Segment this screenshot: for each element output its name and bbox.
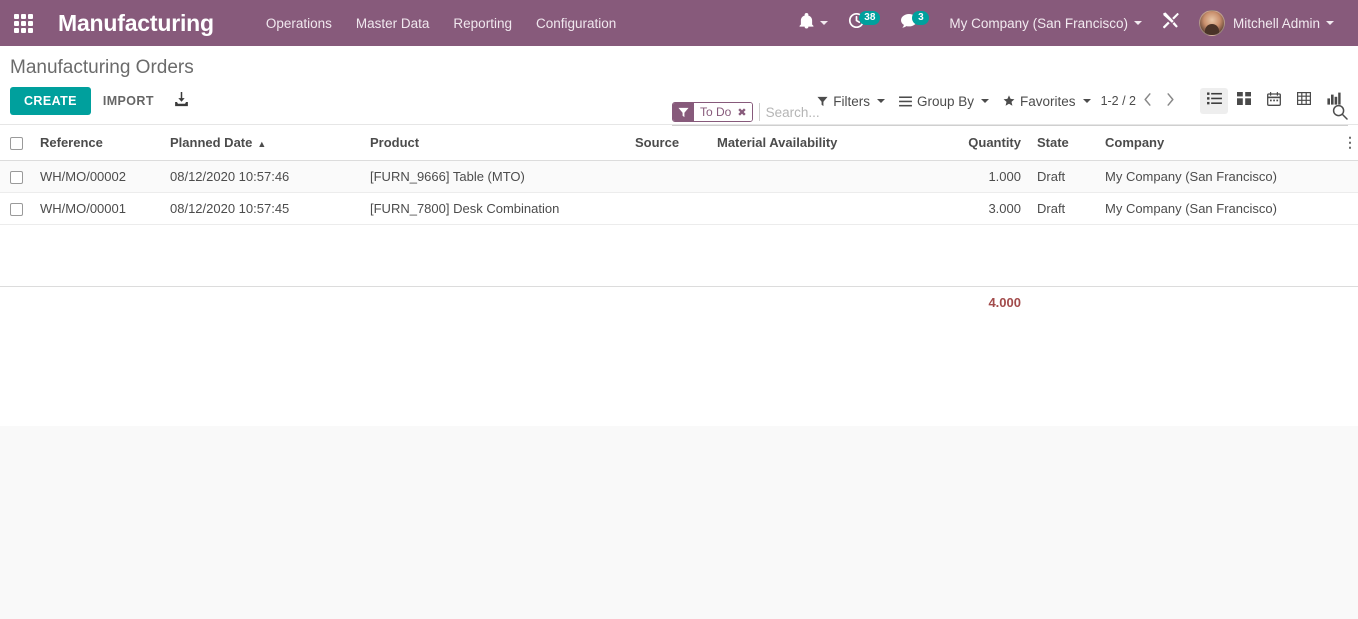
menu-item-operations[interactable]: Operations bbox=[254, 10, 344, 37]
page-title: Manufacturing Orders bbox=[10, 57, 194, 78]
cell-state: Draft bbox=[1029, 160, 1097, 194]
row-select-cell bbox=[0, 192, 32, 226]
column-header-planned-date-label: Planned Date bbox=[170, 135, 253, 151]
user-avatar bbox=[1198, 10, 1225, 36]
activity-bell-button[interactable] bbox=[789, 0, 838, 46]
menu-item-configuration[interactable]: Configuration bbox=[524, 10, 628, 37]
chevron-down-icon bbox=[1133, 21, 1142, 25]
top-navbar: Manufacturing Operations Master Data Rep… bbox=[0, 0, 1358, 46]
cell-source bbox=[627, 192, 709, 226]
select-all-checkbox[interactable] bbox=[10, 137, 23, 151]
app-brand-title[interactable]: Manufacturing bbox=[58, 10, 214, 37]
chevron-down-icon bbox=[820, 21, 829, 25]
select-all-header bbox=[0, 125, 32, 162]
row-checkbox[interactable] bbox=[10, 171, 23, 185]
column-header-source[interactable]: Source bbox=[627, 125, 709, 162]
row-checkbox[interactable] bbox=[10, 203, 23, 217]
messages-button[interactable]: 3 bbox=[890, 0, 939, 46]
manufacturing-orders-table: Reference Planned Date ▲ Product Source M… bbox=[0, 125, 1358, 319]
column-header-company[interactable]: Company bbox=[1097, 125, 1335, 162]
cell-quantity: 1.000 bbox=[939, 160, 1029, 194]
control-panel-top-row: Manufacturing Orders bbox=[10, 46, 1348, 81]
navbar-right-tools: 38 3 My Company (San Francisco) Mitchell… bbox=[789, 0, 1358, 46]
cell-company[interactable]: My Company (San Francisco) bbox=[1097, 160, 1335, 194]
empty-filler-row bbox=[0, 225, 1358, 287]
cell-company[interactable]: My Company (San Francisco) bbox=[1097, 192, 1335, 226]
download-icon bbox=[174, 92, 189, 110]
cell-product[interactable]: [FURN_7800] Desk Combination bbox=[362, 192, 627, 226]
search-view: To Do ✖ bbox=[672, 102, 1348, 126]
activity-counter-button[interactable]: 38 bbox=[838, 0, 890, 46]
chevron-down-icon bbox=[1326, 21, 1334, 25]
table-row[interactable]: WH/MO/00002 08/12/2020 10:57:46 [FURN_96… bbox=[0, 160, 1358, 194]
optional-columns-header: ⋮ bbox=[1335, 125, 1358, 162]
column-header-reference[interactable]: Reference bbox=[32, 125, 162, 162]
column-header-state[interactable]: State bbox=[1029, 125, 1097, 162]
download-export-button[interactable] bbox=[166, 88, 197, 114]
user-menu-button[interactable]: Mitchell Admin bbox=[1189, 0, 1344, 46]
company-switcher[interactable]: My Company (San Francisco) bbox=[939, 0, 1152, 46]
table-footer-row: 4.000 bbox=[0, 286, 1358, 319]
apps-grid-icon bbox=[13, 13, 33, 33]
cell-product[interactable]: [FURN_9666] Table (MTO) bbox=[362, 160, 627, 194]
cell-quantity: 3.000 bbox=[939, 192, 1029, 226]
menu-item-master-data[interactable]: Master Data bbox=[344, 10, 442, 37]
search-facet-label: To Do bbox=[694, 103, 736, 121]
company-name-label: My Company (San Francisco) bbox=[949, 15, 1128, 31]
cell-material-availability bbox=[709, 192, 939, 226]
search-facet-remove-icon[interactable]: ✖ bbox=[735, 103, 752, 121]
search-input[interactable] bbox=[758, 103, 1324, 121]
bell-icon bbox=[799, 12, 814, 34]
table-row[interactable]: WH/MO/00001 08/12/2020 10:57:45 [FURN_78… bbox=[0, 192, 1358, 226]
search-facet-todo[interactable]: To Do ✖ bbox=[672, 102, 753, 122]
column-header-planned-date[interactable]: Planned Date ▲ bbox=[162, 125, 362, 162]
cell-source bbox=[627, 160, 709, 194]
user-name-label: Mitchell Admin bbox=[1232, 15, 1320, 31]
filter-funnel-icon bbox=[673, 103, 694, 121]
cell-optional bbox=[1335, 160, 1358, 194]
activity-count-badge: 38 bbox=[859, 11, 881, 25]
table-footer: 4.000 bbox=[0, 286, 1358, 319]
row-select-cell bbox=[0, 160, 32, 194]
cell-planned-date[interactable]: 08/12/2020 10:57:46 bbox=[162, 160, 362, 194]
tools-icon bbox=[1162, 12, 1179, 34]
import-button[interactable]: IMPORT bbox=[91, 87, 166, 115]
table-header-row: Reference Planned Date ▲ Product Source M… bbox=[0, 125, 1358, 162]
magnifier-icon[interactable] bbox=[1324, 104, 1348, 120]
create-button[interactable]: CREATE bbox=[10, 87, 91, 115]
developer-tools-button[interactable] bbox=[1152, 0, 1189, 46]
cell-state: Draft bbox=[1029, 192, 1097, 226]
list-view-content: Reference Planned Date ▲ Product Source M… bbox=[0, 125, 1358, 426]
apps-menu-toggle[interactable] bbox=[0, 0, 46, 46]
main-menu: Operations Master Data Reporting Configu… bbox=[254, 10, 628, 37]
table-body: WH/MO/00002 08/12/2020 10:57:46 [FURN_96… bbox=[0, 160, 1358, 287]
cell-material-availability bbox=[709, 160, 939, 194]
footer-quantity-total: 4.000 bbox=[939, 286, 1029, 319]
menu-item-reporting[interactable]: Reporting bbox=[441, 10, 524, 37]
table-header: Reference Planned Date ▲ Product Source M… bbox=[0, 125, 1358, 162]
cell-optional bbox=[1335, 192, 1358, 226]
column-header-material-availability[interactable]: Material Availability bbox=[709, 125, 939, 162]
cell-reference[interactable]: WH/MO/00001 bbox=[32, 192, 162, 226]
messages-count-badge: 3 bbox=[912, 11, 930, 25]
sort-ascending-icon: ▲ bbox=[257, 139, 267, 150]
cell-reference[interactable]: WH/MO/00002 bbox=[32, 160, 162, 194]
cell-planned-date[interactable]: 08/12/2020 10:57:45 bbox=[162, 192, 362, 226]
column-header-product[interactable]: Product bbox=[362, 125, 627, 162]
vertical-dots-icon[interactable]: ⋮ bbox=[1343, 134, 1357, 150]
column-header-quantity[interactable]: Quantity bbox=[939, 125, 1029, 162]
control-panel: Manufacturing Orders To Do ✖ CREATE IMPO… bbox=[0, 46, 1358, 126]
